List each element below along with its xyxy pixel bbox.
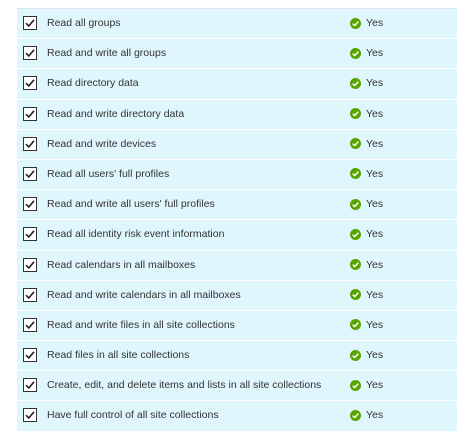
permission-label: Create, edit, and delete items and lists…: [47, 379, 322, 392]
checkmark-icon: [25, 140, 35, 148]
permission-row: Read and write all users' full profiles …: [17, 190, 457, 221]
status-badge: Yes: [350, 318, 383, 332]
permission-label: Read and write all users' full profiles: [47, 198, 215, 211]
permission-row: Read all identity risk event information…: [17, 220, 457, 251]
permission-row: Read and write files in all site collect…: [17, 310, 457, 342]
checkmark-icon: [25, 79, 35, 88]
permission-label: Read and write directory data: [47, 107, 185, 120]
status-text: Yes: [366, 17, 384, 29]
permission-row: Read files in all site collections Yes: [17, 341, 457, 372]
status-text: Yes: [366, 258, 384, 271]
checkmark-icon: [25, 381, 35, 390]
status-badge: Yes: [350, 378, 383, 392]
checkmark-icon: [25, 411, 35, 420]
checkmark-icon: [25, 230, 35, 239]
check-circle-icon: [350, 168, 361, 180]
status-text: Yes: [366, 318, 384, 331]
status-text: Yes: [366, 47, 384, 60]
check-circle-icon: [350, 138, 361, 150]
permission-row: Have full control of all site collection…: [17, 401, 457, 432]
permission-label: Read all users' full profiles: [47, 167, 170, 180]
permission-label: Read all groups: [47, 17, 121, 29]
check-circle-icon: [350, 259, 361, 270]
permission-row: Read all groups Yes: [17, 8, 457, 40]
check-circle-icon: [350, 228, 361, 240]
checkmark-icon: [25, 351, 35, 360]
permission-row: Read directory data Yes: [17, 69, 457, 100]
status-text: Yes: [366, 167, 384, 180]
status-badge: Yes: [350, 348, 383, 362]
status-text: Yes: [366, 379, 384, 392]
permission-row: Read and write all groups Yes: [17, 39, 457, 70]
check-circle-icon: [350, 77, 361, 89]
status-text: Yes: [366, 349, 384, 362]
permission-checkbox[interactable]: [23, 197, 37, 212]
status-badge: Yes: [350, 137, 383, 151]
permission-label: Read all identity risk event information: [47, 228, 225, 241]
check-circle-icon: [350, 108, 361, 120]
permission-label: Read files in all site collections: [47, 349, 190, 362]
check-circle-icon: [350, 409, 361, 421]
status-badge: Yes: [350, 258, 383, 272]
checkmark-icon: [25, 19, 35, 28]
check-circle-icon: [350, 17, 361, 29]
status-badge: Yes: [350, 46, 383, 60]
permission-row: Read all users' full profiles Yes: [17, 159, 457, 191]
permission-checkbox[interactable]: [23, 287, 37, 302]
checkmark-icon: [25, 290, 35, 299]
check-circle-icon: [350, 319, 361, 331]
status-badge: Yes: [350, 76, 383, 90]
permission-checkbox[interactable]: [23, 166, 37, 181]
permission-checkbox[interactable]: [23, 348, 37, 363]
permission-checkbox[interactable]: [23, 136, 37, 151]
status-text: Yes: [366, 288, 384, 301]
permission-row: Read and write calendars in all mailboxe…: [17, 280, 457, 311]
status-text: Yes: [366, 409, 384, 422]
permission-checkbox[interactable]: [23, 227, 37, 242]
checkmark-icon: [25, 260, 35, 269]
permission-row: Read and write directory data Yes: [17, 99, 457, 130]
permission-label: Read and write files in all site collect…: [47, 318, 235, 331]
permission-label: Read and write devices: [47, 137, 157, 150]
checkmark-icon: [25, 109, 35, 118]
checkmark-icon: [25, 321, 35, 330]
permission-checkbox[interactable]: [23, 317, 37, 332]
status-badge: Yes: [350, 408, 383, 422]
permissions-list: Read all groups Yes Read and write all g…: [17, 8, 457, 432]
status-badge: Yes: [350, 107, 383, 121]
status-badge: Yes: [350, 227, 383, 241]
permission-row: Read and write devices Yes: [17, 129, 457, 160]
check-circle-icon: [350, 47, 361, 59]
permission-row: Read calendars in all mailboxes Yes: [17, 250, 457, 281]
status-badge: Yes: [350, 197, 383, 211]
permission-label: Read and write all groups: [47, 47, 167, 60]
permission-checkbox[interactable]: [23, 76, 37, 91]
checkmark-icon: [25, 49, 35, 58]
permission-checkbox[interactable]: [23, 46, 37, 61]
status-text: Yes: [366, 228, 384, 241]
permission-checkbox[interactable]: [23, 257, 37, 272]
status-badge: Yes: [350, 16, 383, 30]
permission-row: Create, edit, and delete items and lists…: [17, 371, 457, 402]
status-badge: Yes: [350, 167, 383, 181]
permission-checkbox[interactable]: [23, 16, 37, 30]
status-badge: Yes: [350, 288, 383, 302]
permission-label: Read and write calendars in all mailboxe…: [47, 288, 241, 301]
permission-checkbox[interactable]: [23, 408, 37, 423]
permission-label: Read directory data: [47, 77, 139, 90]
check-circle-icon: [350, 198, 361, 210]
checkmark-icon: [25, 200, 35, 209]
checkmark-icon: [25, 170, 35, 179]
check-circle-icon: [350, 349, 361, 361]
check-circle-icon: [350, 379, 361, 391]
status-text: Yes: [366, 198, 384, 211]
permission-checkbox[interactable]: [23, 106, 37, 121]
check-circle-icon: [350, 289, 361, 301]
permission-label: Read calendars in all mailboxes: [47, 258, 196, 271]
status-text: Yes: [366, 137, 384, 150]
status-text: Yes: [366, 107, 384, 120]
status-text: Yes: [366, 77, 384, 90]
permission-checkbox[interactable]: [23, 378, 37, 393]
permission-label: Have full control of all site collection…: [47, 409, 219, 422]
